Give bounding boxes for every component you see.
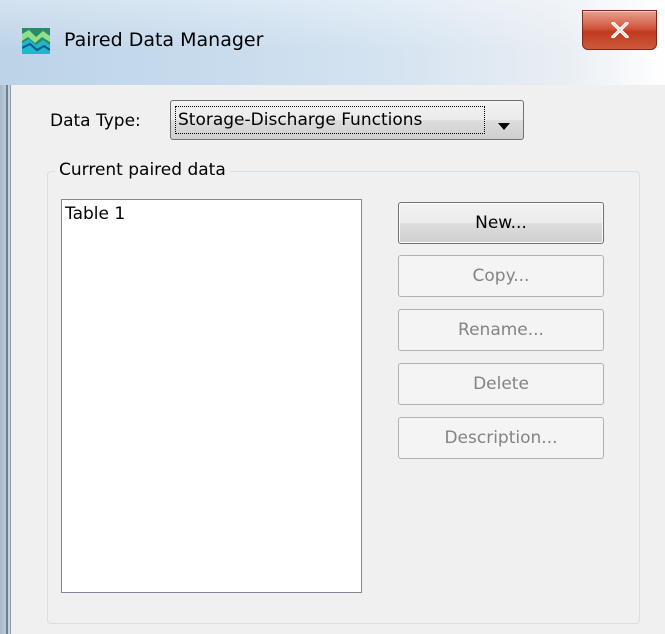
data-type-selected-value: Storage-Discharge Functions bbox=[175, 106, 485, 134]
paired-data-manager-window: Paired Data Manager Data Type: Storage-D… bbox=[0, 0, 665, 634]
close-button[interactable] bbox=[582, 10, 657, 50]
rename-button[interactable]: Rename... bbox=[398, 309, 604, 351]
delete-button[interactable]: Delete bbox=[398, 363, 604, 405]
chevron-down-icon[interactable] bbox=[497, 116, 511, 135]
window-title: Paired Data Manager bbox=[64, 29, 264, 51]
list-item[interactable]: Table 1 bbox=[65, 204, 125, 224]
window-frame-edge bbox=[6, 85, 8, 634]
paired-data-icon bbox=[21, 28, 51, 54]
new-button[interactable]: New... bbox=[398, 202, 604, 244]
data-type-dropdown[interactable]: Storage-Discharge Functions bbox=[170, 100, 524, 140]
paired-data-list[interactable]: Table 1 bbox=[61, 199, 362, 593]
copy-button[interactable]: Copy... bbox=[398, 255, 604, 297]
description-button[interactable]: Description... bbox=[398, 417, 604, 459]
data-type-label: Data Type: bbox=[50, 111, 141, 131]
group-label: Current paired data bbox=[55, 160, 230, 180]
title-bar[interactable]: Paired Data Manager bbox=[0, 0, 665, 85]
close-icon bbox=[611, 22, 629, 38]
window-frame-left bbox=[0, 85, 10, 634]
